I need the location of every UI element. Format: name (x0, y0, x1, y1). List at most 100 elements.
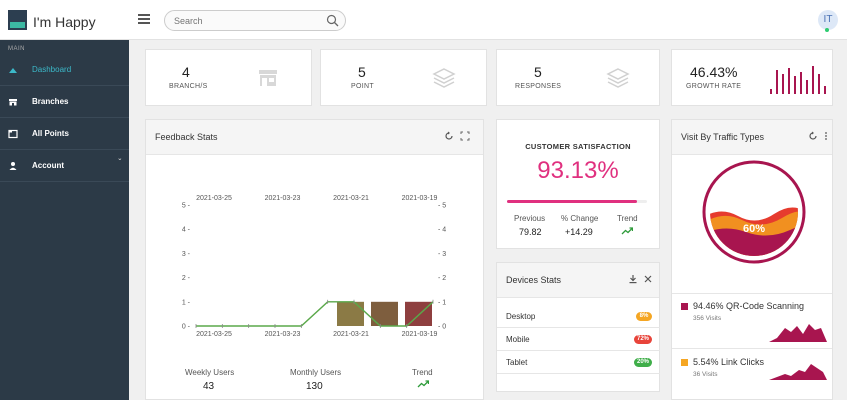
stat-value: 4 (182, 64, 190, 80)
menu-toggle-icon[interactable] (138, 14, 150, 24)
card-title: Feedback Stats (155, 132, 218, 142)
card-title: Devices Stats (506, 275, 562, 285)
y-tick-right: - 3 (438, 251, 446, 258)
app-title: I'm Happy (33, 14, 96, 30)
device-row-mobile: Mobile 72% (497, 328, 660, 351)
trend-label: Trend (412, 368, 433, 377)
x-tick-top: 2021-03-23 (265, 195, 301, 202)
stat-card-responses: 5 RESPONSES (496, 49, 660, 106)
divider (672, 293, 832, 294)
download-icon[interactable] (628, 274, 638, 284)
search-icon[interactable] (326, 14, 339, 27)
device-name: Desktop (506, 312, 536, 321)
satisfaction-progress-fill (507, 200, 638, 203)
stat-label: POINT (351, 83, 374, 90)
store-icon (9, 99, 17, 106)
search-input[interactable] (174, 13, 324, 28)
app-logo[interactable] (8, 10, 27, 30)
satisfaction-progress-track (507, 200, 647, 203)
y-tick-left: 2 - (182, 275, 191, 282)
weekly-users-value: 43 (203, 381, 215, 392)
previous-label: Previous (514, 214, 546, 223)
x-tick-bottom: 2021-03-23 (265, 331, 301, 338)
sidebar-item-label: All Points (32, 129, 69, 138)
y-tick-left: 1 - (182, 299, 191, 306)
sidebar-item-branches[interactable]: Branches (0, 86, 129, 118)
stat-label: BRANCH/S (169, 83, 208, 90)
chart-bar (337, 301, 364, 326)
gauge-value-text: 60% (743, 223, 765, 235)
layers-icon (432, 68, 456, 88)
search-box[interactable] (164, 10, 346, 31)
chevron-down-icon: ˇ (118, 158, 121, 167)
traffic-item-title: 5.54% Link Clicks (693, 357, 765, 367)
stat-value: 5 (534, 64, 542, 80)
card-header: Feedback Stats (146, 120, 483, 155)
sidebar-item-account[interactable]: Account ˇ (0, 150, 129, 182)
divider (672, 348, 832, 349)
more-vertical-icon[interactable] (821, 131, 831, 141)
device-name: Mobile (506, 335, 530, 344)
stat-label: GROWTH RATE (686, 83, 742, 90)
traffic-item-visits: 356 Visits (693, 315, 722, 322)
y-tick-left: 0 - (182, 324, 191, 331)
card-title: Visit By Traffic Types (681, 132, 765, 142)
y-tick-right: - 2 (438, 275, 446, 282)
device-percent-badge: 72% (633, 335, 652, 344)
x-tick-bottom: 2021-03-19 (402, 331, 438, 338)
card-header: Visit By Traffic Types (672, 120, 832, 155)
x-tick-top: 2021-03-25 (196, 195, 232, 202)
refresh-icon[interactable] (444, 131, 454, 141)
growth-sparkline-icon (770, 66, 826, 94)
feedback-stats-card: Feedback Stats 0 - - 0 1 - - 1 2 - - 2 3 - - 3 4… (145, 119, 484, 400)
trend-up-icon (621, 227, 633, 235)
monthly-users-label: Monthly Users (290, 368, 342, 377)
customer-satisfaction-card: CUSTOMER SATISFACTION 93.13% Previous 79… (496, 119, 660, 249)
sidebar-item-label: Branches (32, 97, 69, 106)
x-tick-bottom: 2021-03-25 (196, 331, 232, 338)
layers-icon (606, 68, 630, 88)
x-tick-top: 2021-03-19 (402, 195, 438, 202)
device-row-tablet: Tablet 20% (497, 351, 660, 374)
x-tick-top: 2021-03-21 (333, 195, 369, 202)
legend-swatch (681, 359, 688, 366)
trend-label: Trend (617, 214, 638, 223)
traffic-item-visits: 36 Visits (693, 371, 718, 378)
y-tick-left: 4 - (182, 227, 191, 234)
refresh-icon[interactable] (808, 131, 818, 141)
y-tick-left: 5 - (182, 203, 191, 210)
y-tick-right: - 1 (438, 299, 446, 306)
x-tick-bottom: 2021-03-21 (333, 331, 369, 338)
avatar[interactable]: IT (818, 10, 838, 30)
points-icon (8, 129, 18, 139)
sidebar-item-label: Dashboard (32, 65, 72, 74)
sidebar-item-label: Account (32, 161, 64, 170)
traffic-gauge: 60% (702, 160, 806, 264)
stat-card-point: 5 POINT (320, 49, 487, 106)
device-row-desktop: Desktop 8% (497, 305, 660, 328)
stat-value: 5 (358, 64, 366, 80)
device-name: Tablet (506, 358, 528, 367)
sidebar-item-dashboard[interactable]: Dashboard (0, 54, 129, 86)
chart-bar (371, 301, 398, 326)
card-header: Devices Stats (497, 263, 659, 298)
sidebar: MAIN Dashboard Branches All Points Accou… (0, 40, 129, 400)
feedback-chart: 0 -- 01 -- 12 -- 23 -- 34 -- 45 -- 52021… (182, 195, 446, 338)
fullscreen-icon[interactable] (460, 131, 470, 141)
stat-card-growth-rate: 46.43% GROWTH RATE (671, 49, 833, 106)
top-bar: I'm Happy IT (0, 0, 847, 40)
y-tick-right: - 4 (438, 227, 446, 234)
stat-value: 46.43% (690, 64, 738, 80)
stat-label: RESPONSES (515, 83, 562, 90)
close-icon[interactable] (643, 274, 653, 284)
qr-sparkline (769, 324, 827, 342)
traffic-types-card: Visit By Traffic Types 60% 94.46% QR-Cod… (671, 119, 833, 400)
monthly-users-value: 130 (306, 381, 323, 392)
user-icon (9, 162, 17, 170)
link-clicks-sparkline (769, 364, 827, 380)
sidebar-section-label: MAIN (8, 46, 25, 52)
change-value: +14.29 (565, 227, 593, 237)
sidebar-item-all-points[interactable]: All Points (0, 118, 129, 150)
y-tick-left: 3 - (182, 251, 191, 258)
store-icon (259, 70, 277, 86)
